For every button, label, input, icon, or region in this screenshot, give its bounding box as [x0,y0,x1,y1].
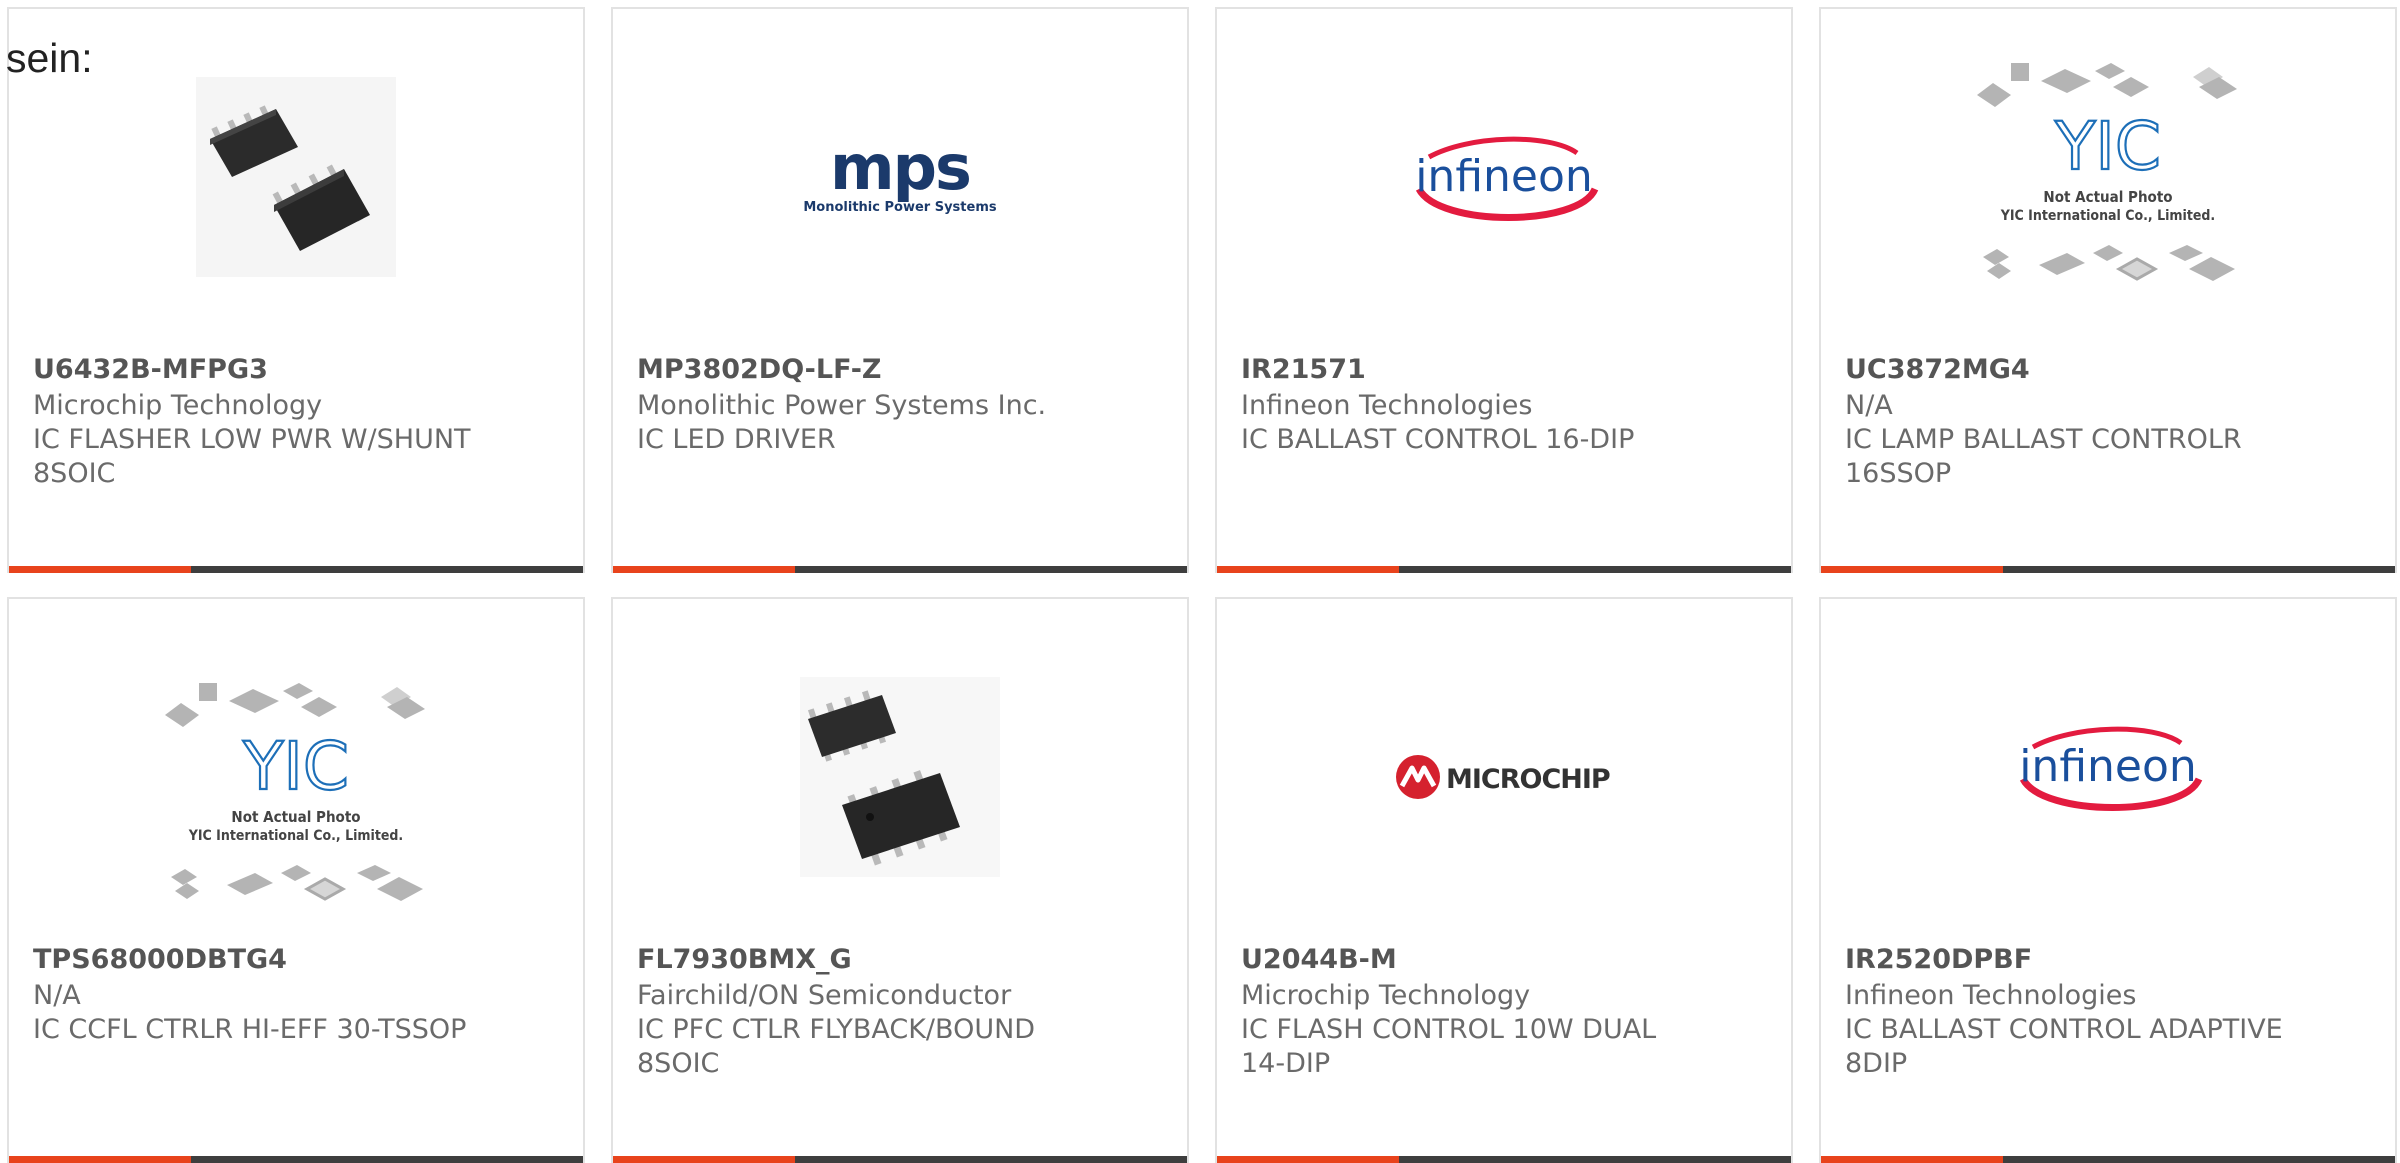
description: IC LAMP BALLAST CONTROLR 16SSOP [1845,424,2242,489]
not-actual-photo-label: Not Actual Photo [2043,188,2172,206]
intro-text: sein: [6,35,93,81]
manufacturer: Fairchild/ON Semiconductor [637,980,1012,1011]
yic-company-label: YIC International Co., Limited. [2000,208,2215,224]
product-image[interactable]: MICROCHIP [1217,667,1791,887]
mps-tagline: Monolithic Power Systems [803,200,996,215]
description: IC FLASH CONTROL 10W DUAL 14-DIP [1241,1014,1657,1079]
part-number[interactable]: MP3802DQ-LF-Z [637,353,881,387]
part-number[interactable]: UC3872MG4 [1845,353,2030,387]
product-card[interactable]: FL7930BMX_G Fairchild/ON Semiconductor I… [611,597,1189,1163]
manufacturer: Monolithic Power Systems Inc. [637,390,1047,421]
soic8-chips-photo [800,677,1000,877]
card-accent-bar [613,566,1187,573]
part-number[interactable]: U2044B-M [1241,943,1397,977]
yic-brand-logo: YIC [2054,108,2161,185]
mps-wordmark: mps [830,137,970,204]
yic-company-label: YIC International Co., Limited. [188,828,403,844]
product-image[interactable]: YIC Not Actual Photo YIC International C… [1821,63,2395,287]
description: IC LED DRIVER [637,424,836,455]
product-image[interactable] [613,667,1187,887]
manufacturer: Microchip Technology [33,390,323,421]
infineon-logo: infineon [2019,726,2203,811]
product-card[interactable]: infineon IR21571 Infineon Technologies I… [1215,7,1793,573]
card-accent-bar [1821,566,2395,573]
part-number[interactable]: U6432B-MFPG3 [33,353,268,387]
product-image[interactable]: YIC Not Actual Photo YIC International C… [9,683,583,907]
product-card[interactable]: YIC Not Actual Photo YIC International C… [7,597,585,1163]
product-card[interactable]: MICROCHIP U2044B-M Microchip Technology … [1215,597,1793,1163]
card-accent-bar [9,566,583,573]
description: IC BALLAST CONTROL 16-DIP [1241,424,1635,455]
yic-placeholder-image: YIC Not Actual Photo YIC International C… [165,683,425,901]
infineon-wordmark: infineon [2019,741,2197,792]
manufacturer: N/A [33,980,81,1011]
infineon-wordmark: infineon [1415,151,1593,202]
manufacturer: N/A [1845,390,1893,421]
card-accent-bar [1217,566,1791,573]
product-card[interactable]: YIC Not Actual Photo YIC International C… [1819,7,2397,573]
not-actual-photo-label: Not Actual Photo [231,808,360,826]
manufacturer: Microchip Technology [1241,980,1531,1011]
description: IC PFC CTLR FLYBACK/BOUND 8SOIC [637,1014,1036,1079]
product-card[interactable]: infineon IR2520DPBF Infineon Technologie… [1819,597,2397,1163]
part-number[interactable]: IR2520DPBF [1845,943,2032,977]
microchip-logo: MICROCHIP [1396,755,1611,799]
product-image[interactable] [9,67,583,287]
description: IC FLASHER LOW PWR W/SHUNT 8SOIC [33,424,471,489]
infineon-logo: infineon [1415,136,1599,221]
manufacturer: Infineon Technologies [1845,980,2137,1011]
product-image[interactable]: infineon [1217,67,1791,287]
product-image[interactable]: infineon [1821,657,2395,877]
product-card[interactable]: U6432B-MFPG3 Microchip Technology IC FLA… [7,7,585,573]
part-number[interactable]: TPS68000DBTG4 [33,943,287,977]
soic8-chips-photo [196,77,396,277]
manufacturer: Infineon Technologies [1241,390,1533,421]
yic-placeholder-image: YIC Not Actual Photo YIC International C… [1977,63,2237,281]
yic-brand-logo: YIC [242,728,349,805]
part-number[interactable]: FL7930BMX_G [637,943,852,977]
microchip-wordmark: MICROCHIP [1446,764,1610,795]
part-number[interactable]: IR21571 [1241,353,1366,387]
mps-logo: mps Monolithic Power Systems [803,137,996,215]
description: IC BALLAST CONTROL ADAPTIVE 8DIP [1845,1014,2283,1079]
description: IC CCFL CTRLR HI-EFF 30-TSSOP [33,1014,467,1045]
product-image[interactable]: mps Monolithic Power Systems [613,67,1187,287]
product-card[interactable]: mps Monolithic Power Systems MP3802DQ-LF… [611,7,1189,573]
